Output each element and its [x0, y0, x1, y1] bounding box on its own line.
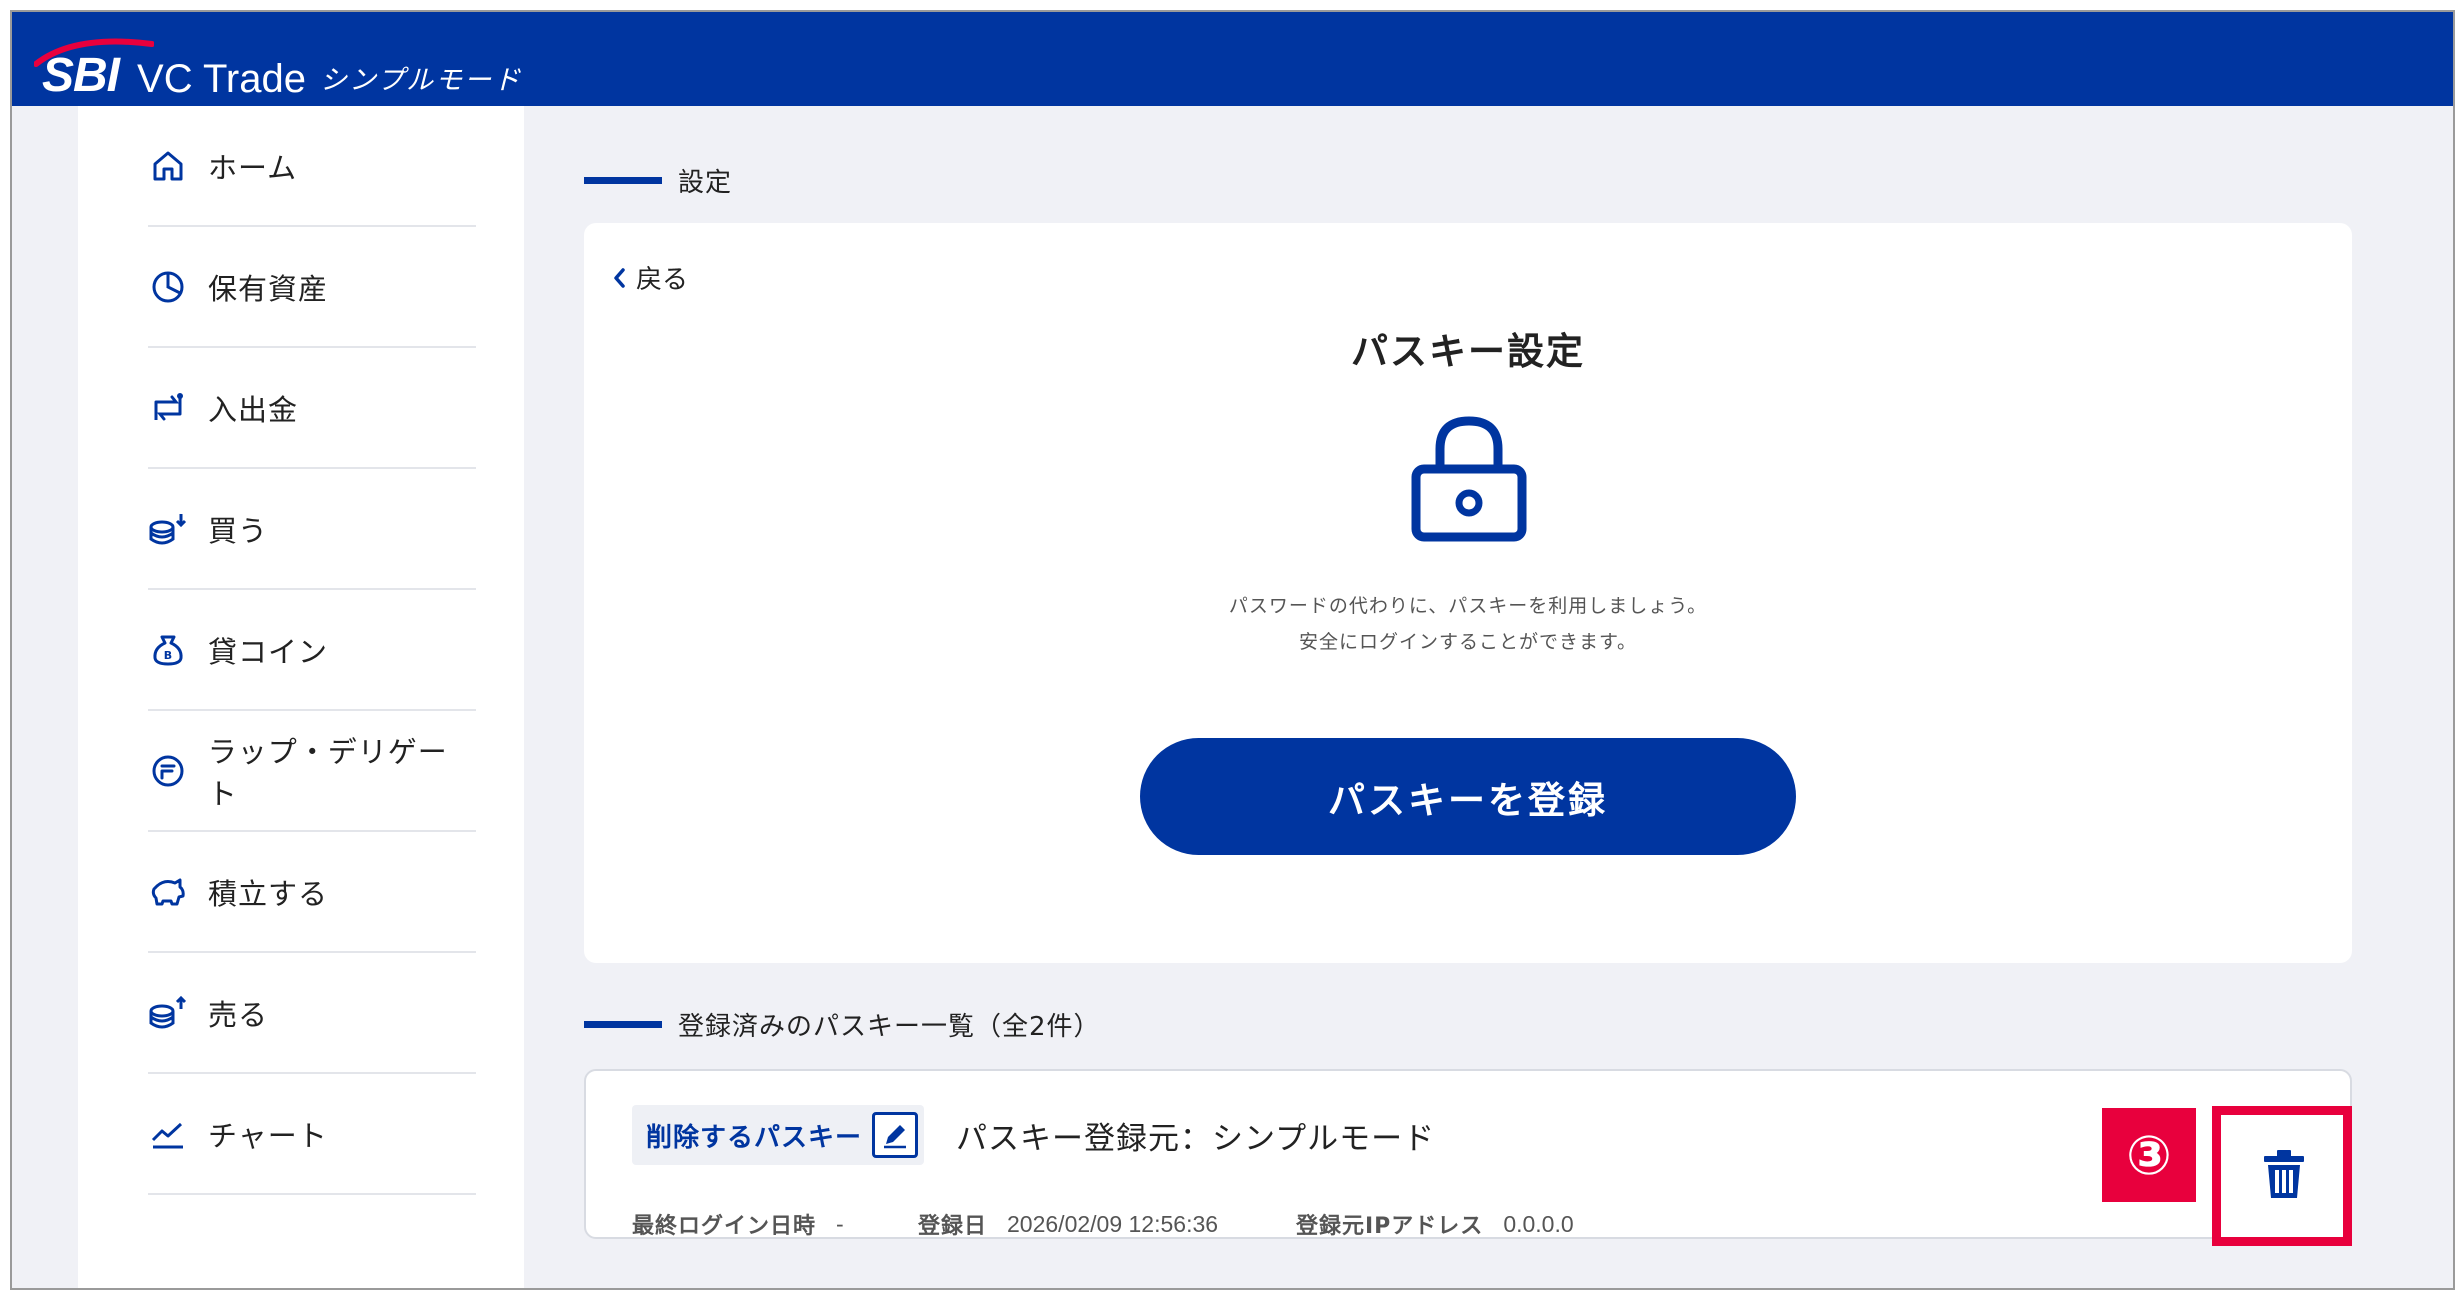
- transfer-icon: [148, 388, 188, 428]
- sidebar-item-label: 売る: [208, 997, 269, 1032]
- sidebar-item-wrap-delegate[interactable]: ラップ・デリゲート: [148, 711, 476, 832]
- sidebar-item-accumulate[interactable]: 積立する: [148, 832, 476, 953]
- lending-bag-icon: B: [148, 630, 188, 670]
- lock-icon: [1411, 416, 1527, 542]
- sidebar-item-home[interactable]: ホーム: [148, 106, 476, 227]
- sidebar-item-sell[interactable]: 売る: [148, 953, 476, 1074]
- sidebar-item-label: ホーム: [208, 150, 298, 185]
- meta-value: 0.0.0.0: [1503, 1210, 1574, 1237]
- meta-key: 最終ログイン日時: [632, 1214, 817, 1239]
- meta-key: 登録日: [918, 1214, 988, 1239]
- page-title: パスキー設定: [1351, 330, 1585, 373]
- back-link[interactable]: 戻る: [612, 259, 688, 296]
- chevron-left-icon: [614, 267, 625, 288]
- home-icon: [148, 146, 188, 186]
- top-header: SBI VC Trade シンプルモード: [12, 12, 2453, 106]
- registered-passkeys-heading: 登録済みのパスキー一覧（全2件）: [584, 1006, 1101, 1043]
- sidebar-item-deposit-withdraw[interactable]: 入出金: [148, 348, 476, 469]
- section-bar: [584, 177, 662, 184]
- sidebar-item-assets[interactable]: 保有資産: [148, 227, 476, 348]
- sidebar-item-label: ラップ・デリゲート: [207, 734, 448, 811]
- meta-value: -: [836, 1210, 844, 1237]
- coins-buy-icon: [148, 509, 188, 549]
- sidebar-item-label: 貸コイン: [208, 634, 329, 669]
- passkey-settings-card: 戻る パスキー設定 パスワードの代わりに、パスキーを利用しましょう。 安全にログ…: [584, 223, 2352, 963]
- logo-sbi: SBI: [34, 38, 154, 100]
- passkey-origin: パスキー登録元：シンプルモード: [956, 1121, 1436, 1157]
- tag-label: 削除するパスキー: [646, 1122, 863, 1153]
- description-line-2: 安全にログインすることができます。: [1298, 631, 1638, 653]
- logo-swoosh-icon: [34, 38, 154, 67]
- sidebar-item-label: 保有資産: [208, 271, 329, 306]
- meta-key: 登録元IPアドレス: [1296, 1214, 1484, 1239]
- meta-value: 2026/02/09 12:56:36: [1007, 1210, 1219, 1237]
- back-label: 戻る: [636, 265, 689, 295]
- description-line-1: パスワードの代わりに、パスキーを利用しましょう。: [1228, 595, 1708, 617]
- step-number-badge: ③: [2102, 1108, 2196, 1202]
- trash-icon[interactable]: [2262, 1150, 2306, 1200]
- pie-chart-icon: [148, 267, 188, 307]
- sidebar-item-lending[interactable]: B 貸コイン: [148, 590, 476, 711]
- piggy-bank-icon: [148, 872, 188, 912]
- registered-date-meta: 登録日 2026/02/09 12:56:36: [918, 1208, 1218, 1240]
- section-bar: [584, 1021, 662, 1028]
- logo-product: VC Trade: [137, 57, 306, 101]
- app-frame: SBI VC Trade シンプルモード ホーム 保有資産 入出金 買う B 貸…: [10, 10, 2455, 1290]
- sbi-vc-trade-logo[interactable]: SBI VC Trade シンプルモード: [34, 34, 523, 101]
- sidebar-item-label: 買う: [208, 513, 269, 548]
- svg-text:B: B: [164, 649, 172, 662]
- section-label: 登録済みのパスキー一覧（全2件）: [678, 1012, 1101, 1042]
- settings-section-heading: 設定: [584, 162, 732, 199]
- passkey-list-item: 削除するパスキー パスキー登録元：シンプルモード 最終ログイン日時 - 登録日 …: [584, 1069, 2352, 1239]
- delete-target-tag: 削除するパスキー: [632, 1105, 925, 1165]
- edit-pencil-icon[interactable]: [872, 1112, 919, 1158]
- sidebar-item-label: 積立する: [208, 876, 329, 911]
- coins-sell-icon: [148, 993, 188, 1033]
- sidebar: ホーム 保有資産 入出金 買う B 貸コイン ラップ・デリゲート 積立する 売る…: [78, 106, 524, 1288]
- sidebar-item-label: チャート: [208, 1118, 328, 1153]
- section-label: 設定: [678, 168, 733, 198]
- sidebar-item-buy[interactable]: 買う: [148, 469, 476, 590]
- ip-address-meta: 登録元IPアドレス 0.0.0.0: [1296, 1208, 1574, 1240]
- line-chart-icon: [148, 1114, 188, 1154]
- last-login-meta: 最終ログイン日時 -: [632, 1208, 844, 1240]
- sidebar-item-chart[interactable]: チャート: [148, 1074, 476, 1195]
- wrap-icon: [148, 751, 188, 791]
- logo-mode: シンプルモード: [319, 65, 523, 97]
- sidebar-item-label: 入出金: [208, 392, 299, 427]
- register-passkey-button[interactable]: パスキーを登録: [1140, 738, 1796, 855]
